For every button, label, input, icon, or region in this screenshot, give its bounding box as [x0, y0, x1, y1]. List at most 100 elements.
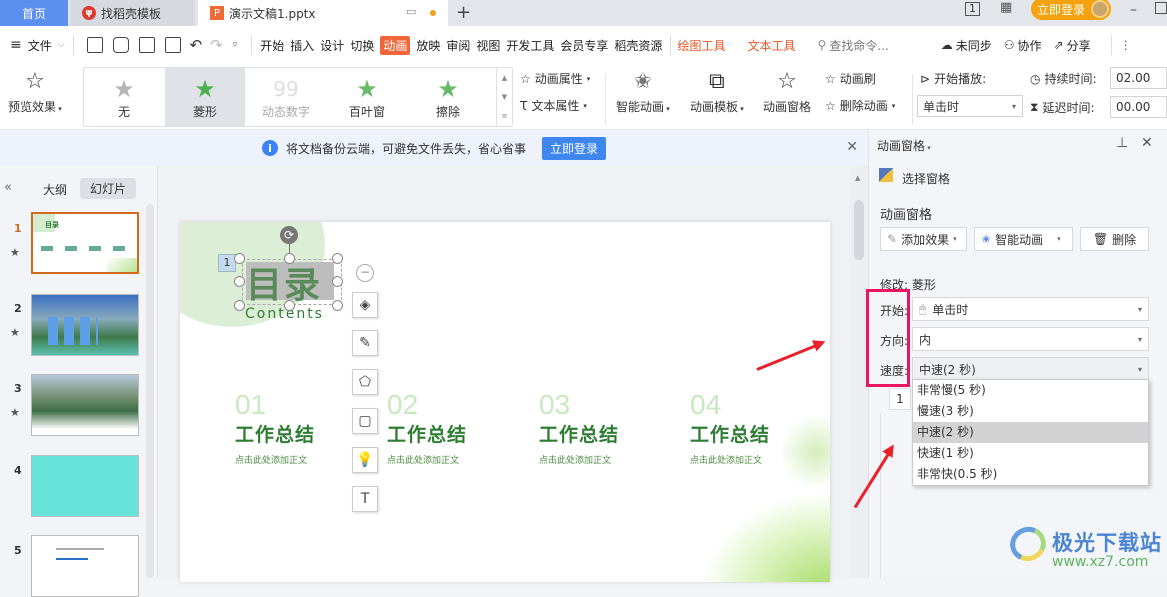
text-props-button[interactable]: Ꚍ 文本属性 ▾ [520, 97, 587, 114]
more-quick-icon[interactable]: ▿ [233, 40, 238, 50]
login-button[interactable]: 立即登录 [1031, 0, 1111, 20]
print-preview-icon[interactable] [164, 37, 181, 53]
slide-title[interactable]: 目录 [246, 256, 322, 308]
text-convert-icon[interactable]: T [352, 486, 378, 512]
scrollbar-thumb[interactable] [854, 200, 864, 260]
sync-status[interactable]: 未同步 [956, 37, 992, 54]
slide-thumb-1[interactable]: 目录 [31, 212, 139, 274]
menu-text-tools[interactable]: 文本工具 [747, 37, 795, 54]
tab-home[interactable]: 首页 [0, 0, 68, 26]
new-tab-button[interactable]: + [456, 2, 471, 23]
menu-docer[interactable]: 稻壳资源 [614, 37, 662, 54]
print-icon[interactable] [138, 37, 155, 53]
collapse-toolbar-icon[interactable]: − [356, 264, 374, 282]
start-select[interactable]: 🖱 单击时 ▾ [912, 297, 1149, 321]
smart-anim-button[interactable]: ✬ 智能动画 ▾ [974, 227, 1073, 251]
layers-icon[interactable]: ◈ [352, 292, 378, 318]
menu-member[interactable]: 会员专享 [560, 37, 608, 54]
anim-blinds[interactable]: ★ 百叶窗 [327, 68, 407, 126]
delete-anim-button[interactable]: ☆ 删除动画 ▾ [825, 97, 895, 114]
expand-icon[interactable]: ≡ [502, 112, 508, 120]
preview-effect-button[interactable]: ☆ 预览效果 ▾ [8, 68, 62, 115]
direction-select[interactable]: 内 ▾ [912, 327, 1149, 351]
speed-option[interactable]: 非常慢(5 秒) [913, 380, 1148, 401]
menu-file[interactable]: 文件 [28, 37, 52, 54]
notice-login-button[interactable]: 立即登录 [542, 136, 607, 160]
anim-template-button[interactable]: ⧉ 动画模板 ▾ [690, 68, 744, 115]
menu-slideshow[interactable]: 放映 [416, 37, 440, 54]
delete-button[interactable]: 🗑 删除 [1080, 227, 1149, 251]
minimize-icon[interactable]: – [1130, 2, 1137, 18]
anim-none[interactable]: ★ 无 [84, 68, 164, 126]
speed-option[interactable]: 慢速(3 秒) [913, 401, 1148, 422]
slide-thumb-5[interactable] [31, 535, 139, 597]
select-pane-link[interactable]: 选择窗格 [902, 170, 950, 187]
speed-select[interactable]: 中速(2 秒) ▾ [912, 357, 1149, 381]
section-2[interactable]: 02 工作总结 点击此处添加正文 [387, 390, 527, 467]
start-play-select[interactable]: 单击时 ▾ [917, 95, 1023, 117]
menu-start[interactable]: 开始 [260, 37, 284, 54]
menu-transition[interactable]: 切换 [350, 37, 374, 54]
resize-handle[interactable] [332, 253, 343, 264]
more-icon[interactable]: ⋮ [1120, 38, 1132, 52]
anim-props-button[interactable]: ☆ 动画属性 ▾ [520, 70, 590, 87]
save-icon[interactable] [86, 37, 103, 53]
anim-diamond[interactable]: ★ 菱形 [165, 68, 245, 126]
slide-1[interactable]: 目录 Contents 1 ⟳ − ◈ ✎ ⬠ ▢ 💡 T 01 工作总结 点击… [180, 222, 830, 582]
resize-handle[interactable] [234, 276, 245, 287]
slide-panel-scrollbar[interactable] [146, 204, 154, 578]
export-icon[interactable] [112, 37, 129, 53]
resize-handle[interactable] [284, 253, 295, 264]
resize-handle[interactable] [332, 300, 343, 311]
close-icon[interactable]: ✕ [1141, 135, 1153, 151]
pin-icon[interactable]: ⊥ [1116, 135, 1128, 151]
menu-insert[interactable]: 插入 [290, 37, 314, 54]
menu-review[interactable]: 审阅 [446, 37, 470, 54]
resize-handle[interactable] [284, 300, 295, 311]
slide-thumb-3[interactable] [31, 374, 139, 436]
anim-wipe[interactable]: ★ 擦除 [408, 68, 488, 126]
share-button[interactable]: 分享 [1067, 37, 1091, 54]
collapse-icon[interactable]: « [4, 180, 12, 195]
scroll-up-icon[interactable]: ▲ [502, 74, 507, 82]
redo-icon[interactable]: ↷ [210, 36, 223, 54]
maximize-icon[interactable] [1155, 2, 1167, 14]
tab-templates[interactable]: ψ 找稻壳模板 [70, 0, 195, 26]
apps-grid-icon[interactable]: ▦ [1000, 0, 1012, 15]
scroll-down-icon[interactable]: ▼ [502, 93, 507, 101]
speed-option[interactable]: 非常快(0.5 秒) [913, 464, 1148, 485]
section-1[interactable]: 01 工作总结 点击此处添加正文 [235, 390, 375, 467]
anim-list-item[interactable]: 1 [889, 388, 911, 410]
pane-title[interactable]: 动画窗格 [877, 139, 925, 153]
resize-handle[interactable] [234, 253, 245, 264]
slide-thumb-4[interactable] [31, 455, 139, 517]
menu-design[interactable]: 设计 [320, 37, 344, 54]
pen-icon[interactable]: ✎ [352, 330, 378, 356]
duration-input[interactable]: 02.00 [1110, 67, 1167, 89]
smart-anim-button[interactable]: ✬ 智能动画 ▾ [616, 68, 670, 115]
menu-developer[interactable]: 开发工具 [506, 37, 554, 54]
close-icon[interactable]: ✕ [846, 139, 858, 155]
page-view-icon[interactable]: 1 [965, 2, 980, 16]
collab-button[interactable]: 协作 [1018, 37, 1042, 54]
menu-view[interactable]: 视图 [476, 37, 500, 54]
delay-input[interactable]: 00.00 [1110, 96, 1167, 118]
chevron-down-icon[interactable]: ⌵ [58, 40, 65, 50]
monitor-icon[interactable]: ▭ [406, 5, 416, 18]
resize-handle[interactable] [234, 300, 245, 311]
menu-drawing-tools[interactable]: 绘图工具 [677, 37, 725, 54]
speed-option[interactable]: 快速(1 秒) [913, 443, 1148, 464]
anim-brush-button[interactable]: ☆ 动画刷 [825, 70, 876, 87]
anim-pane-button[interactable]: ☆ 动画窗格 [763, 68, 811, 115]
gallery-scroll[interactable]: ▲ ▼ ≡ [496, 68, 512, 126]
slide-thumb-2[interactable] [31, 294, 139, 356]
anim-dynamic-number[interactable]: 99 动态数字 [246, 68, 326, 126]
search-command-input[interactable]: 查找命令... [829, 37, 888, 54]
resize-handle[interactable] [332, 276, 343, 287]
scroll-up-icon[interactable]: ▲ [855, 174, 860, 182]
tab-document[interactable]: P 演示文稿1.pptx ▭ [198, 0, 448, 26]
tab-slides[interactable]: 幻灯片 [80, 178, 137, 199]
hamburger-icon[interactable]: ≡ [10, 37, 22, 53]
rotate-handle-icon[interactable]: ⟳ [280, 226, 298, 244]
section-3[interactable]: 03 工作总结 点击此处添加正文 [539, 390, 679, 467]
